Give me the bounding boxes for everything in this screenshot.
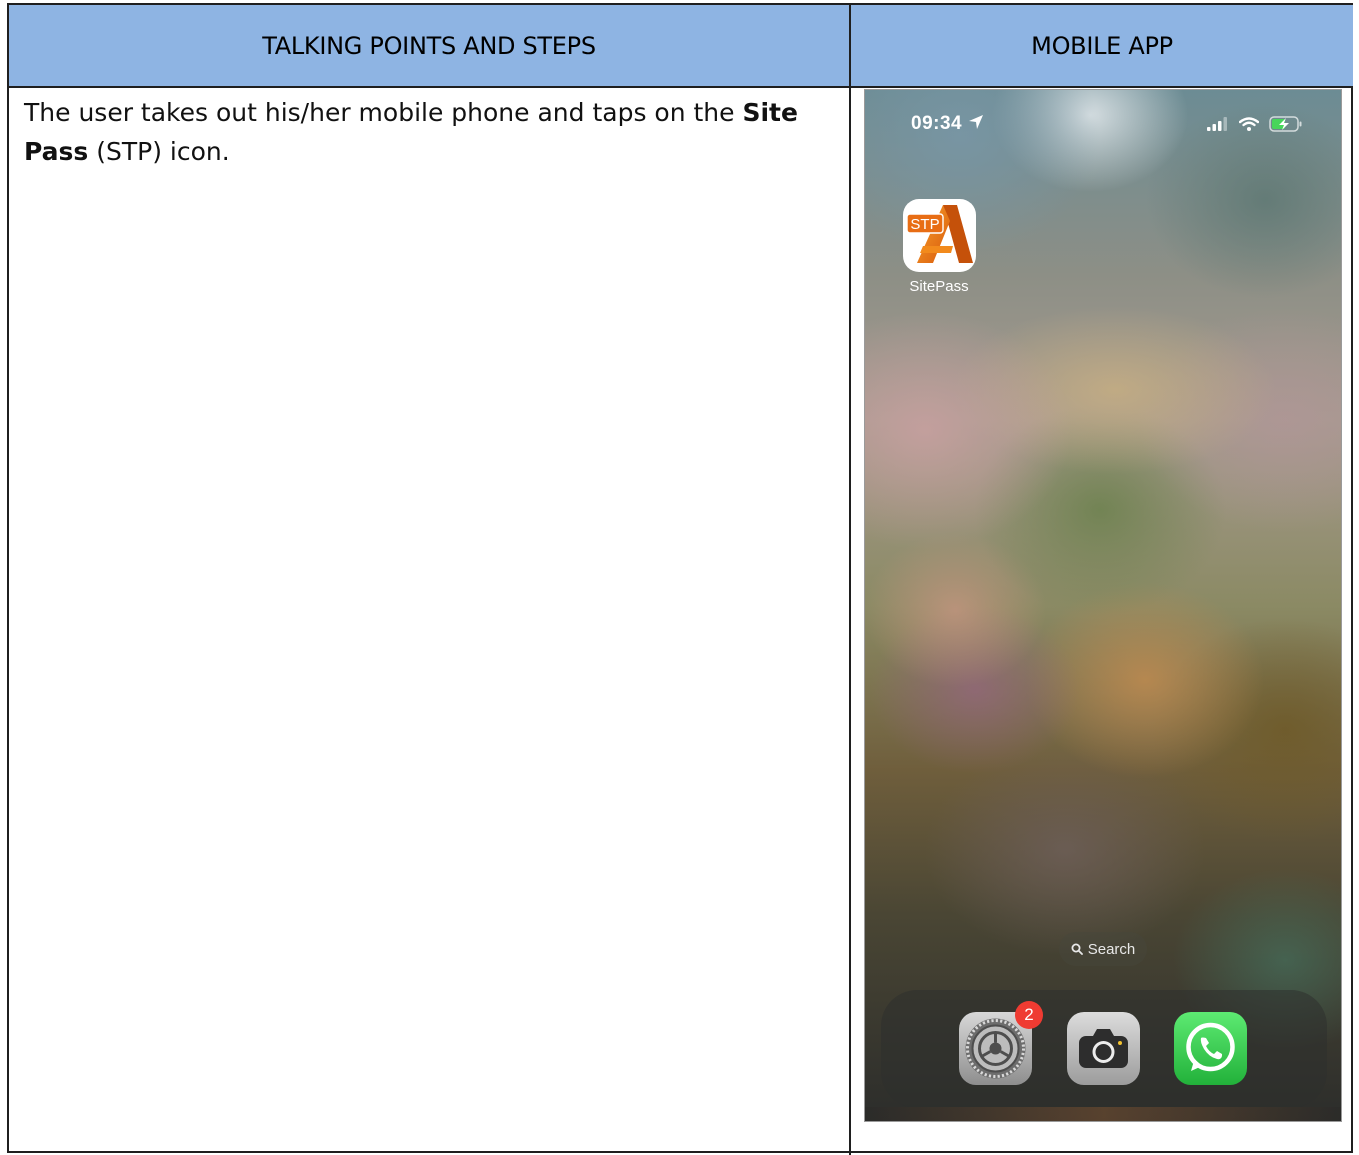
step-text-before: The user takes out his/her mobile phone … bbox=[24, 98, 743, 127]
signal-bars-icon bbox=[1207, 117, 1227, 131]
location-arrow-icon bbox=[968, 115, 983, 129]
wallpaper-edge bbox=[865, 1107, 1341, 1121]
whatsapp-icon bbox=[1186, 1022, 1235, 1072]
header-talking-points-label: TALKING POINTS AND STEPS bbox=[262, 31, 596, 60]
wifi-icon bbox=[1239, 117, 1259, 131]
whatsapp-app-icon[interactable] bbox=[1174, 1012, 1247, 1085]
spotlight-search-button[interactable]: Search bbox=[1059, 932, 1147, 966]
phone-screenshot: 09:34 STP SitePass Search 2 bbox=[864, 89, 1342, 1122]
svg-text:STP: STP bbox=[910, 216, 939, 233]
settings-notification-badge: 2 bbox=[1015, 1001, 1043, 1029]
step-description: The user takes out his/her mobile phone … bbox=[24, 93, 839, 171]
header-mobile-app: MOBILE APP bbox=[851, 5, 1353, 86]
column-divider bbox=[849, 5, 851, 1155]
battery-charging-icon bbox=[1269, 116, 1302, 132]
stp-logo-icon: STP bbox=[906, 205, 973, 263]
app-dock bbox=[881, 990, 1327, 1108]
step-text-after: (STP) icon. bbox=[88, 137, 230, 166]
status-time: 09:34 bbox=[911, 113, 984, 135]
sitepass-app-label: SitePass bbox=[909, 278, 969, 295]
camera-app-icon[interactable] bbox=[1067, 1012, 1140, 1085]
header-divider bbox=[9, 86, 1353, 88]
sitepass-app-icon[interactable]: STP bbox=[903, 199, 976, 272]
status-icons bbox=[1207, 116, 1303, 132]
header-mobile-app-label: MOBILE APP bbox=[1031, 31, 1173, 60]
camera-icon bbox=[1079, 1029, 1128, 1068]
status-time-label: 09:34 bbox=[911, 113, 963, 134]
search-label: Search bbox=[1087, 940, 1136, 958]
search-icon bbox=[1071, 943, 1083, 955]
header-talking-points: TALKING POINTS AND STEPS bbox=[9, 5, 849, 86]
